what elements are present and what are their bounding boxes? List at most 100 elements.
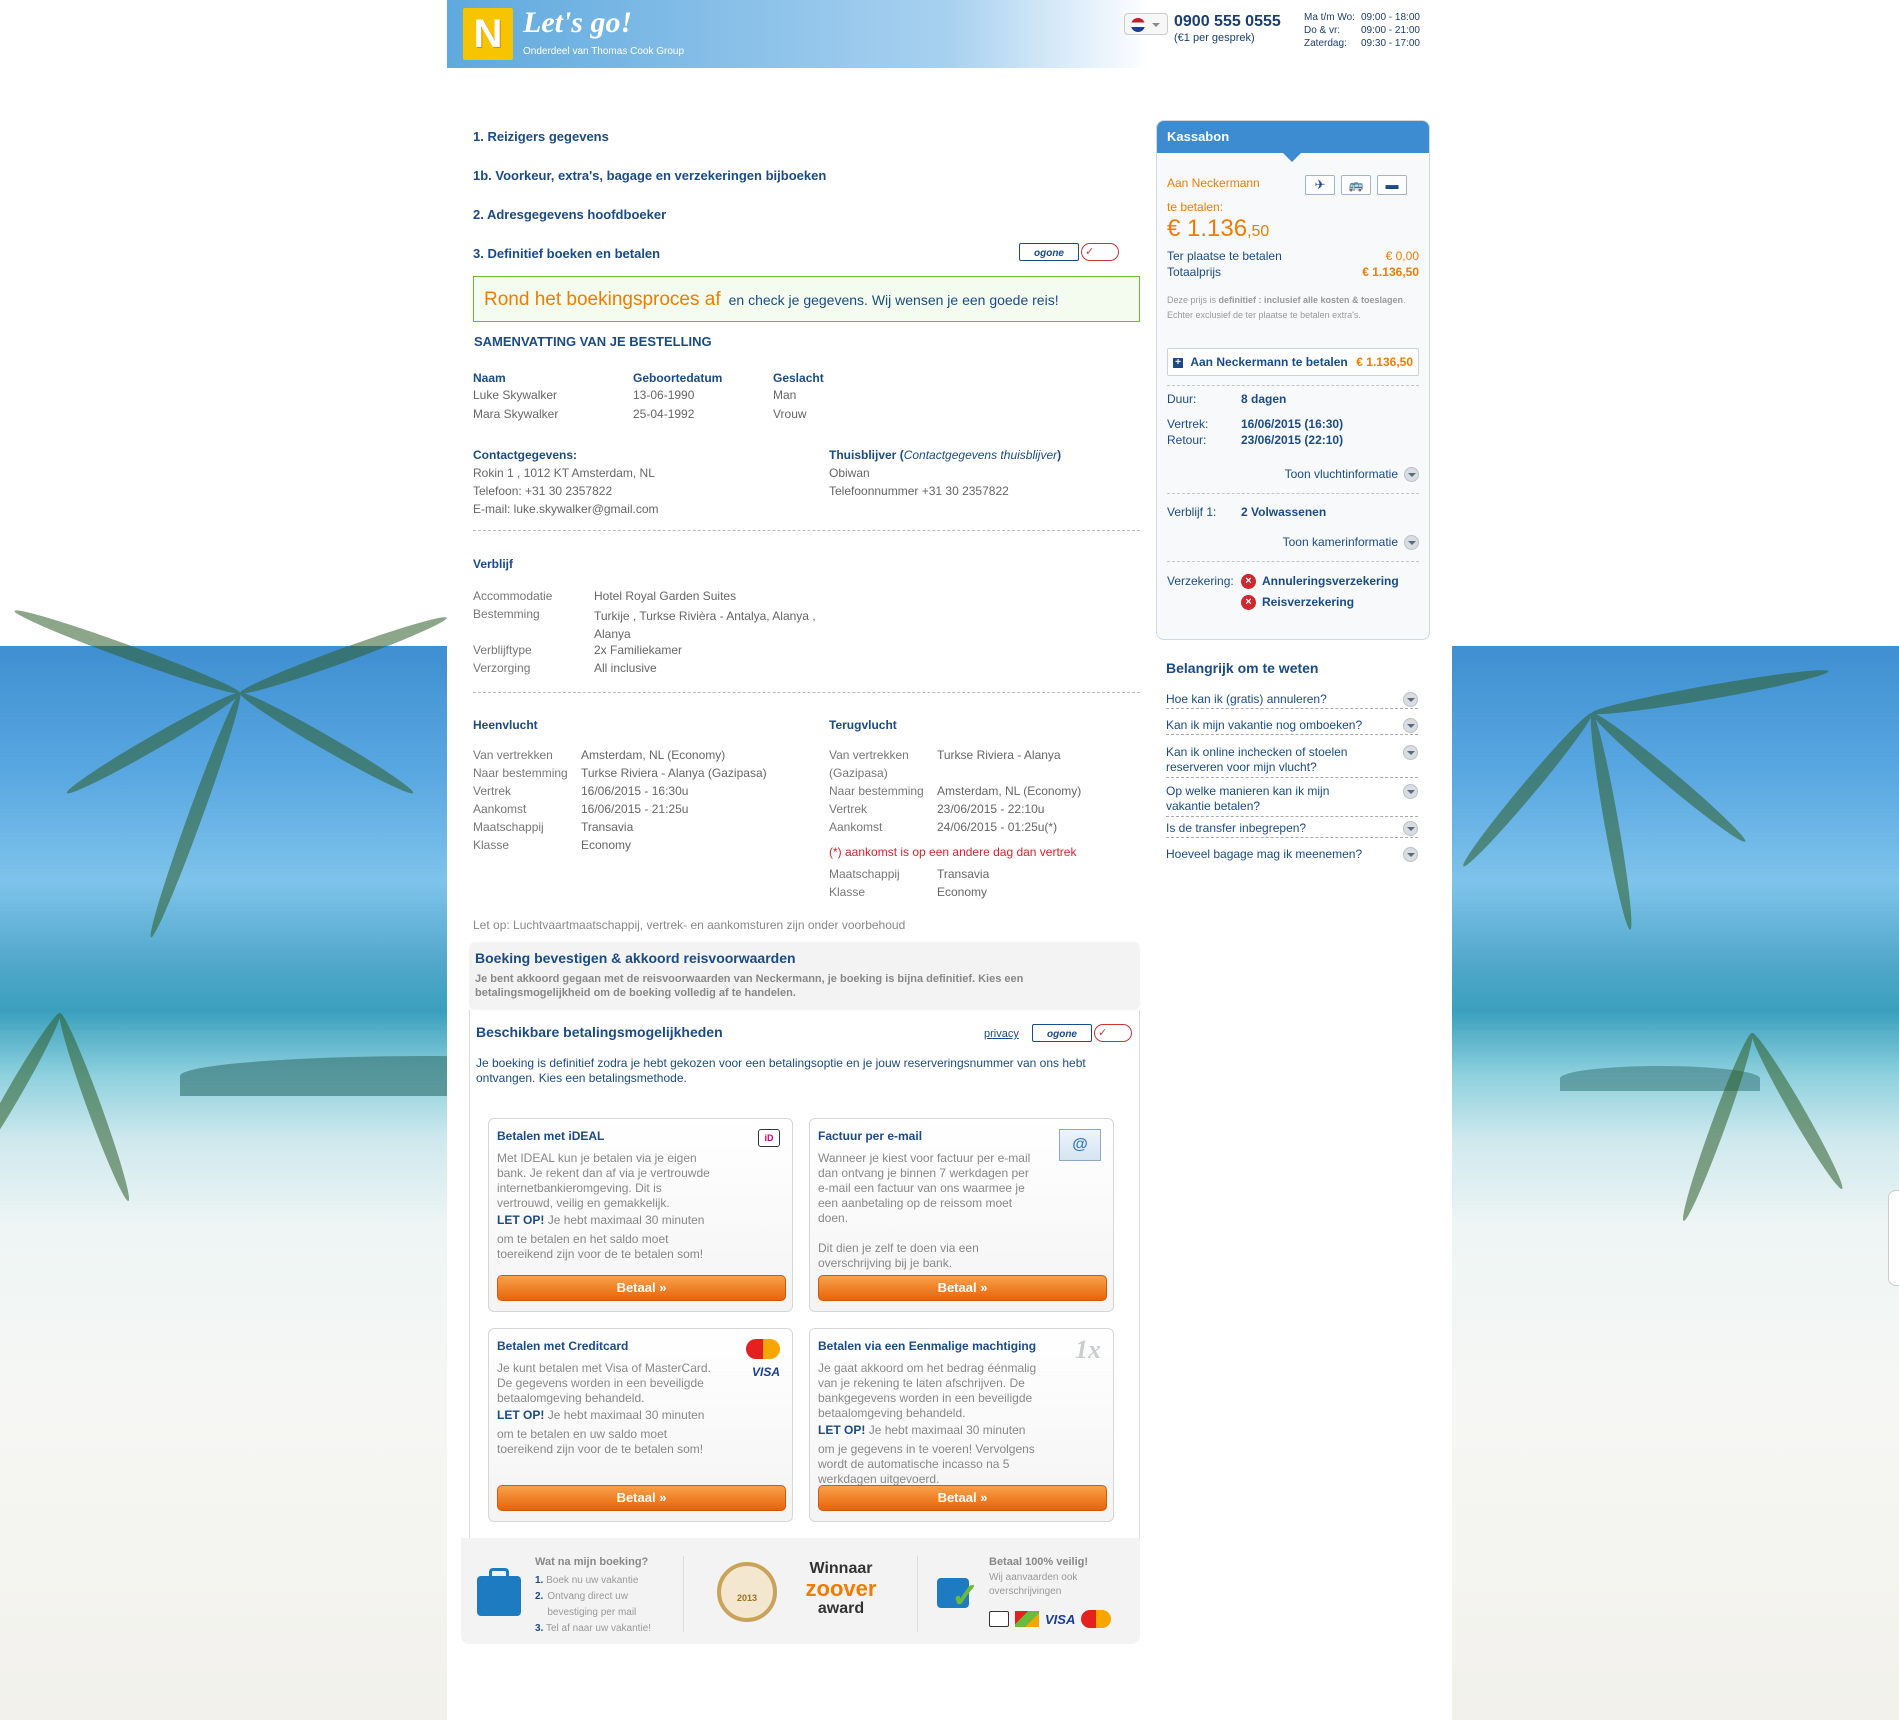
faq-item[interactable]: Is de transfer inbegrepen? [1166, 821, 1418, 838]
one-time-icon: 1x [1075, 1335, 1101, 1364]
payment-method-text: Met IDEAL kun je betalen via je eigen ba… [497, 1151, 710, 1210]
payment-method-note: om te betalen en het saldo moet toereike… [497, 1232, 704, 1261]
pay-mandate-button[interactable]: Betaal » [818, 1485, 1107, 1511]
banner-text: en check je gegevens. Wij wensen je een … [728, 292, 1059, 308]
faq-item[interactable]: Hoe kan ik (gratis) annuleren? [1166, 692, 1418, 709]
flight-label: Van vertrekken [473, 748, 553, 762]
pay-invoice-button[interactable]: Betaal » [818, 1275, 1107, 1301]
payment-method-text: Wanneer je kiest voor factuur per e-mail… [818, 1151, 1031, 1225]
onsite-value: € 0,00 [1385, 249, 1419, 263]
stay-value: Turkije , Turkse Rivièra - Antalya, Alan… [594, 609, 816, 641]
return-title: Terugvlucht [829, 718, 897, 732]
stay-title: Verblijf [473, 557, 514, 571]
receipt-to-neckermann: Aan Neckermann [1167, 176, 1260, 190]
faq-item[interactable]: Kan ik online inchecken of stoelen reser… [1166, 745, 1418, 778]
flight-value: Amsterdam, NL (Economy) [581, 748, 726, 762]
chevron-down-icon [1403, 692, 1418, 707]
divider [683, 1556, 684, 1632]
total-value: € 1.136,50 [1362, 265, 1419, 279]
home-contact-name: Obiwan [829, 466, 870, 480]
onsite-label: Ter plaatse te betalen [1167, 249, 1282, 263]
privacy-link[interactable]: privacy [984, 1028, 1019, 1040]
faq-item[interactable]: Kan ik mijn vakantie nog omboeken? [1166, 718, 1418, 735]
ogone-badge: ogone ✓ [1032, 1024, 1132, 1042]
payment-card-ideal: Betalen met iDEAL iD Met IDEAL kun je be… [488, 1118, 793, 1312]
step-address[interactable]: 2. Adresgegevens hoofdboeker [473, 207, 666, 222]
traveller-gender: Man [773, 388, 797, 402]
after-booking-title: Wat na mijn boeking? [535, 1556, 649, 1568]
pay-ideal-button[interactable]: Betaal » [497, 1275, 786, 1301]
step-extras[interactable]: 1b. Voorkeur, extra's, bagage en verzeke… [473, 168, 826, 183]
chevron-down-icon [1403, 745, 1418, 760]
insurance-item: × Reisverzekering [1241, 595, 1354, 611]
price-disclaimer: Deze prijs is definitief : inclusief all… [1167, 295, 1406, 320]
confirm-text: Je bent akkoord gegaan met de reisvoorwa… [475, 973, 1024, 999]
close-icon: × [1241, 574, 1256, 590]
language-selector[interactable] [1124, 13, 1168, 35]
flight-value: Amsterdam, NL (Economy) [937, 784, 1082, 798]
payment-card-invoice: Factuur per e-mail @ Wanneer je kiest vo… [809, 1118, 1114, 1312]
faq-item[interactable]: Hoeveel bagage mag ik meenemen? [1166, 847, 1418, 863]
trust-footer: Wat na mijn boeking? 1. Boek nu uw vakan… [461, 1538, 1140, 1644]
payment-intro: Je boeking is definitief zodra je hebt g… [476, 1056, 1086, 1085]
payment-card-mandate: Betalen via een Eenmalige machtiging 1x … [809, 1328, 1114, 1522]
step-travellers[interactable]: 1. Reizigers gegevens [473, 129, 609, 144]
flight-label: Maatschappij [473, 820, 544, 834]
traveller-birthdate: 13-06-1990 [633, 388, 695, 402]
flight-label: Naar bestemming [473, 766, 568, 780]
receipt-to-pay: te betalen: [1167, 200, 1224, 214]
bank-icon [1015, 1611, 1039, 1627]
stay-label: Bestemming [473, 607, 540, 621]
show-room-info[interactable]: Toon kamerinformatie [1283, 535, 1419, 551]
pay-creditcard-button[interactable]: Betaal » [497, 1485, 786, 1511]
confirm-title: Boeking bevestigen & akkoord reisvoorwaa… [475, 950, 796, 966]
trip-components: ✈ 🚌 ▬ [1305, 175, 1407, 195]
checkmark-icon: ✓ [1081, 243, 1119, 261]
neckermann-logo[interactable]: N [463, 8, 513, 60]
visa-icon: VISA [1045, 1611, 1076, 1627]
ogone-logo: ogone [1019, 243, 1079, 261]
stay-value: 2x Familiekamer [594, 643, 683, 657]
process-banner: Rond het boekingsproces af en check je ge… [473, 276, 1140, 322]
side-feedback-tab[interactable] [1888, 1190, 1899, 1286]
payment-options-box: Beschikbare betalingsmogelijkheden priva… [469, 1010, 1140, 1540]
traveller-gender: Vrouw [773, 407, 807, 421]
flight-label: Klasse [829, 885, 866, 899]
safe-pay-text: Wij aanvaarden ook overschrijvingen [989, 1572, 1078, 1597]
depart-value: 16/06/2015 (16:30) [1241, 417, 1344, 431]
confirm-box: Boeking bevestigen & akkoord reisvoorwaa… [469, 942, 1140, 1010]
flight-value: Transavia [581, 820, 634, 834]
return-label: Retour: [1167, 433, 1207, 447]
mastercard-icon [746, 1339, 780, 1359]
home-contact-phone: Telefoonnummer +31 30 2357822 [829, 484, 1009, 498]
divider [917, 1556, 918, 1632]
netherlands-flag-icon [1131, 18, 1145, 32]
ideal-icon [989, 1611, 1009, 1627]
traveller-name: Mara Skywalker [473, 407, 559, 421]
payment-method-note: om je gegevens in te voeren! Vervolgens … [818, 1442, 1035, 1486]
flight-label: Aankomst [473, 802, 527, 816]
stay-label: Verblijftype [473, 643, 532, 657]
payment-method-title: Betalen met iDEAL [497, 1129, 605, 1143]
flight-disclaimer: Let op: Luchtvaartmaatschappij, vertrek-… [473, 918, 906, 932]
contact-email: E-mail: luke.skywalker@gmail.com [473, 502, 659, 516]
flight-value: Turkse Riviera - Alanya [937, 748, 1061, 762]
checkmark-icon: ✓ [1094, 1024, 1132, 1042]
summary-title: SAMENVATTING VAN JE BESTELLING [474, 334, 712, 349]
after-booking-steps: 1. Boek nu uw vakantie 2. Ontvang direct … [535, 1575, 652, 1634]
chevron-down-icon [1403, 784, 1418, 799]
flight-value: 16/06/2015 - 21:25u [581, 802, 689, 816]
divider [473, 692, 1140, 693]
depart-label: Vertrek: [1167, 417, 1209, 431]
col-header-gender: Geslacht [773, 371, 824, 385]
stay-label: Verblijf 1: [1167, 505, 1217, 519]
ogone-badge: ogone ✓ [1019, 243, 1119, 261]
site-header: N Let's go! Onderdeel van Thomas Cook Gr… [447, 0, 1452, 68]
faq-item[interactable]: Op welke manieren kan ik mijn vakantie b… [1166, 784, 1418, 817]
duration-value: 8 dagen [1241, 392, 1287, 406]
expand-receipt-button[interactable]: + Aan Neckermann te betalen € 1.136,50 [1167, 348, 1419, 376]
divider [1167, 493, 1419, 494]
arrival-note: (*) aankomst is op een andere dag dan ve… [829, 845, 1077, 859]
contact-title: Contactgegevens: [473, 448, 578, 462]
show-flight-info[interactable]: Toon vluchtinformatie [1285, 467, 1419, 483]
